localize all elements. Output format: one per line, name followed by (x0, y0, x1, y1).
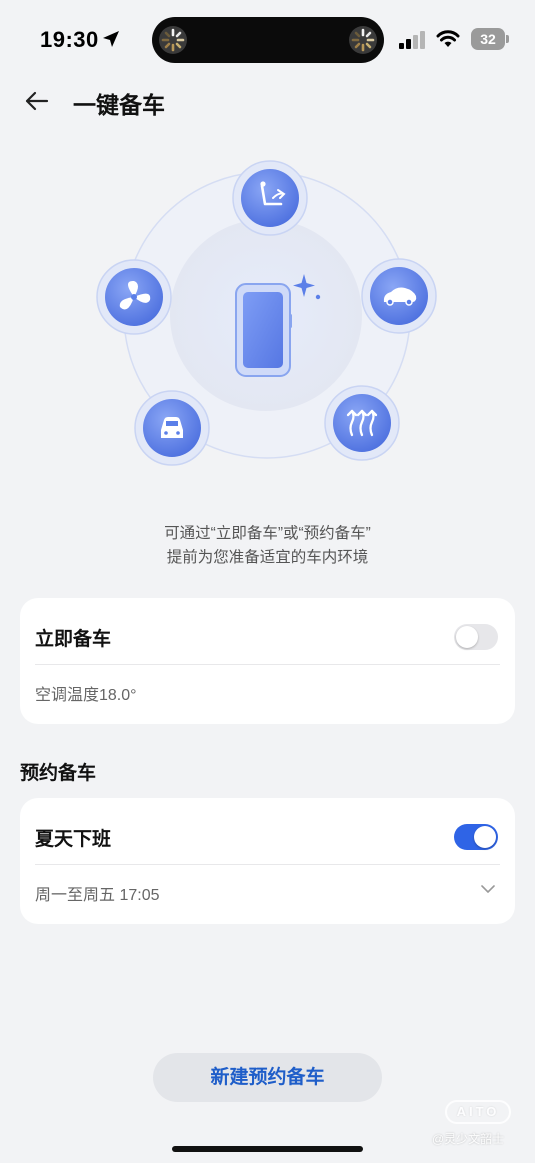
loading-spinner-icon (159, 26, 187, 54)
back-arrow-icon[interactable] (22, 86, 52, 116)
description-line-2: 提前为您准备适宜的车内环境 (166, 549, 369, 566)
scheduled-section-label: 预约备车 (20, 763, 97, 784)
divider (35, 864, 500, 865)
watermark-text: @灵少文韶士 (432, 1132, 505, 1146)
page-title: 一键备车 (73, 92, 165, 118)
immediate-prep-toggle[interactable] (454, 624, 498, 650)
car-side-icon[interactable] (361, 258, 437, 334)
defrost-icon[interactable] (324, 385, 400, 461)
schedule-toggle[interactable] (454, 824, 498, 850)
wifi-icon (436, 30, 460, 47)
toggle-knob (474, 826, 496, 848)
seat-icon[interactable] (232, 160, 308, 236)
immediate-prep-card: 立即备车 空调温度18.0° (20, 598, 515, 724)
schedule-title: 夏天下班 (35, 829, 112, 850)
home-indicator[interactable] (172, 1146, 363, 1152)
aito-watermark-logo: AITO (445, 1100, 511, 1124)
battery-indicator: 32 (471, 28, 505, 50)
loading-spinner-icon (349, 26, 377, 54)
cellular-signal-icon (399, 31, 425, 49)
description: 可通过“立即备车”或“预约备车” 提前为您准备适宜的车内环境 (0, 522, 535, 570)
phone-illustration (235, 283, 292, 377)
toggle-knob (456, 626, 478, 648)
status-time: 19:30 (40, 27, 99, 52)
car-front-icon[interactable] (134, 390, 210, 466)
schedule-time: 周一至周五 17:05 (35, 887, 160, 904)
battery-tip (506, 35, 509, 43)
ac-temperature-label: 空调温度18.0° (35, 687, 137, 704)
status-bar: 19:30 32 (0, 0, 535, 80)
location-arrow-icon (103, 31, 119, 47)
schedule-card[interactable]: 夏天下班 周一至周五 17:05 (20, 798, 515, 924)
new-schedule-button[interactable]: 新建预约备车 (153, 1053, 382, 1102)
chevron-down-icon[interactable] (481, 884, 495, 894)
fan-icon[interactable] (96, 259, 172, 335)
dynamic-island (152, 17, 384, 63)
description-line-1: 可通过“立即备车”或“预约备车” (164, 525, 371, 542)
hero-illustration (96, 160, 437, 466)
divider (35, 664, 500, 665)
immediate-prep-title: 立即备车 (35, 629, 112, 650)
